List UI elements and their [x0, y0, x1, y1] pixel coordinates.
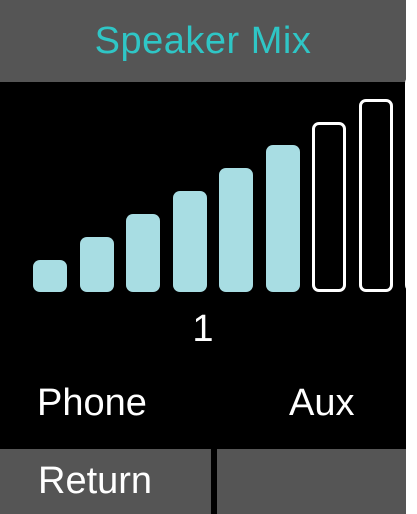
return-softkey-label: Return [38, 460, 153, 502]
mix-level-bar [312, 122, 346, 292]
mix-level-bar [219, 168, 253, 292]
mix-level-bar [172, 191, 207, 292]
mix-level-bar [358, 99, 393, 292]
mix-level-bar [405, 76, 406, 292]
softkey-bar: Return [0, 449, 406, 514]
mix-level-value: 1 [192, 308, 214, 350]
screen-title: Speaker Mix [94, 19, 312, 62]
title-bar: Speaker Mix [0, 0, 406, 82]
return-softkey[interactable]: Return [0, 449, 211, 514]
mix-level-bar [33, 260, 67, 292]
mix-balance-meter[interactable] [0, 76, 406, 302]
speaker-mix-screen: Speaker Mix 1 Phone Aux Return [0, 0, 406, 514]
mix-level-bar [126, 214, 160, 292]
mix-right-label: Aux [289, 382, 355, 424]
mix-level-bar [79, 237, 114, 292]
mix-left-label: Phone [37, 382, 147, 424]
right-softkey[interactable] [217, 449, 406, 514]
mix-level-bar [265, 145, 300, 292]
